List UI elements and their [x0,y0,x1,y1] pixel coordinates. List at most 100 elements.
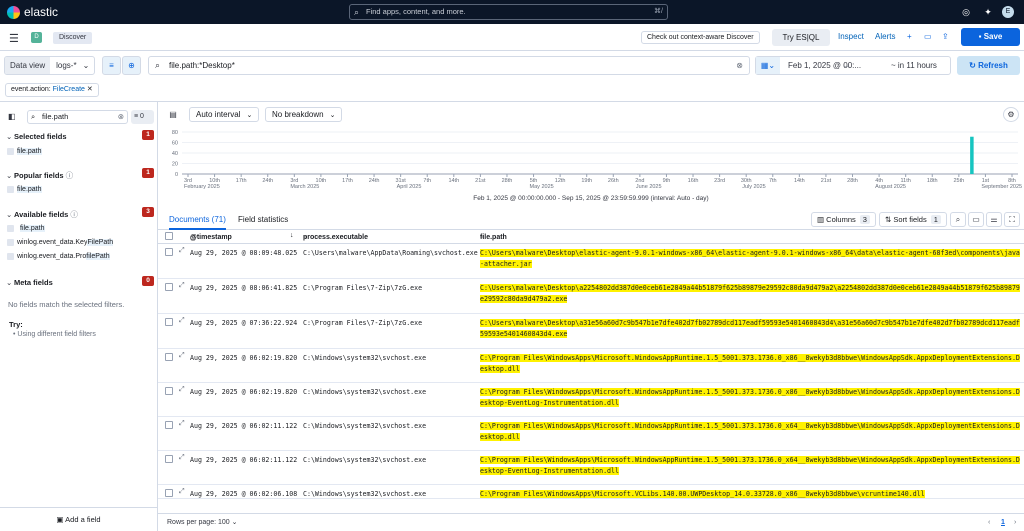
field-item[interactable]: winlog.event_data.KeyFilePath [7,239,114,246]
share-icon[interactable]: ⇪ [942,32,949,41]
table-row[interactable]: ⤢ Aug 29, 2025 @ 08:06:41.825 C:\Program F… [158,279,1024,314]
space-badge[interactable]: D [31,32,42,43]
date-end[interactable]: ~ in 11 hours [891,57,937,74]
try-esql-button[interactable]: Try ES|QL [772,29,830,46]
tab-field-statistics[interactable]: Field statistics [238,215,288,224]
clear-field-search-icon[interactable]: ⊗ [118,111,124,123]
chart-options-icon[interactable]: ⚙ [1003,107,1019,122]
new-icon[interactable]: + [907,32,912,41]
rows-per-page-select[interactable]: Rows per page: 100 ⌄ [167,514,237,531]
filter-menu-button[interactable]: ≡ [102,56,121,75]
add-filter-button[interactable]: ⊕ [122,56,141,75]
open-icon[interactable]: ▭ [924,32,932,41]
expand-row-icon[interactable]: ⤢ [179,317,185,325]
date-picker[interactable]: ▦⌄ Feb 1, 2025 @ 00:... → ~ in 11 hours [755,56,951,75]
elastic-logo[interactable]: elastic [7,5,58,19]
meta-fields-header[interactable]: ⌄ Meta fields [6,278,53,287]
x-month-label: February 2025 [184,184,220,190]
table-row[interactable]: ⤢ Aug 29, 2025 @ 06:02:11.122 C:\Windows\s… [158,451,1024,485]
expand-row-icon[interactable]: ⤢ [179,247,185,255]
field-type-icon [7,225,14,232]
toggle-chart-icon[interactable]: ▤ [165,108,181,123]
checkbox[interactable] [165,232,173,240]
info-icon: ⓘ [63,171,74,180]
news-feed-icon[interactable]: ✦ [981,5,995,19]
global-search-placeholder: Find apps, content, and more. [366,7,466,16]
tab-documents[interactable]: Documents (71) [169,215,226,230]
try-suggestion: • Using different field filters [13,331,96,338]
available-fields-header[interactable]: ⌄ Available fields ⓘ [6,209,78,220]
menu-toggle-icon[interactable]: ☰ [9,32,19,45]
search-grid-icon[interactable]: ⌕ [950,212,966,227]
row-checkbox[interactable] [165,489,173,497]
field-search-input[interactable]: ⌕ file.path ⊗ [27,110,128,124]
table-row[interactable]: ⤢ Aug 29, 2025 @ 07:36:22.924 C:\Program F… [158,314,1024,349]
query-input[interactable]: ⌕ file.path:*Desktop* ⊗ [148,56,750,75]
row-checkbox[interactable] [165,318,173,326]
x-month-label: May 2025 [530,184,554,190]
row-checkbox[interactable] [165,387,173,395]
density-icon[interactable]: ▭ [968,212,984,227]
interval-select[interactable]: Auto interval ⌄ [189,107,260,122]
global-search-input[interactable]: ⌕ Find apps, content, and more. ⌘/ [349,4,668,20]
page-number[interactable]: 1 [1001,514,1005,531]
refresh-button[interactable]: ↻ Refresh [957,56,1020,75]
alerts-link[interactable]: Alerts [875,32,895,41]
field-item[interactable]: file.path [7,186,42,193]
field-item[interactable]: file.path [7,225,45,232]
popular-fields-header[interactable]: ⌄ Popular fields ⓘ [6,170,73,181]
prev-page-icon[interactable]: ‹ [988,514,990,531]
sort-descending-icon[interactable]: ↓ [290,232,294,239]
table-row[interactable]: ⤢ Aug 29, 2025 @ 08:09:48.025 C:\Users\mal… [158,244,1024,279]
save-button[interactable]: ▪ Save [961,28,1020,46]
table-row[interactable]: ⤢ Aug 29, 2025 @ 06:02:11.122 C:\Windows\s… [158,417,1024,451]
expand-row-icon[interactable]: ⤢ [179,488,185,496]
row-checkbox[interactable] [165,421,173,429]
expand-row-icon[interactable]: ⤢ [179,420,185,428]
sort-fields-button[interactable]: ⇅ Sort fields 1 [879,212,947,227]
expand-row-icon[interactable]: ⤢ [179,282,185,290]
field-filter-button[interactable]: ≡ 0 [131,110,154,124]
x-tick-label: 7th [423,178,431,184]
row-checkbox[interactable] [165,248,173,256]
breakdown-select[interactable]: No breakdown ⌄ [265,107,343,122]
context-aware-discover-button[interactable]: Check out context-aware Discover [641,31,760,44]
table-row[interactable]: ⤢ Aug 29, 2025 @ 06:02:19.820 C:\Windows\s… [158,349,1024,383]
field-item[interactable]: file.path [7,148,42,155]
add-field-button[interactable]: ▣ Add a field [0,507,157,531]
field-item[interactable]: winlog.event_data.ProfilePath [7,253,110,260]
path-cell: C:\Program Files\WindowsApps\Microsoft.W… [480,353,1020,375]
close-icon[interactable]: ✕ [87,86,93,93]
avatar[interactable]: E [1002,6,1014,18]
breadcrumb[interactable]: Discover [53,32,93,44]
expand-row-icon[interactable]: ⤢ [179,386,185,394]
next-page-icon[interactable]: › [1014,514,1016,531]
clear-query-icon[interactable]: ⊗ [736,57,743,74]
settings-icon[interactable]: ⚌ [986,212,1002,227]
y-tick-label: 20 [172,162,178,168]
available-fields-title: Available fields [14,210,69,219]
calendar-icon[interactable]: ▦⌄ [756,57,780,74]
inspect-link[interactable]: Inspect [838,32,864,41]
data-view-picker[interactable]: Data view logs-* ⌄ [4,56,96,75]
data-view-value: logs-* [56,61,77,70]
histogram-svg[interactable]: 8060402003rdFebruary 202510th 17th 24th 3rd… [158,128,1024,208]
table-row[interactable]: ⤢ Aug 29, 2025 @ 06:02:19.820 C:\Windows\s… [158,383,1024,417]
filter-pill[interactable]: event.action: FileCreate ✕ [5,83,99,97]
columns-button[interactable]: ▥ Columns 3 [811,212,876,227]
x-tick-label: 19th [581,178,592,184]
select-all-checkbox[interactable] [165,232,173,242]
x-tick-label: 28th [502,178,513,184]
collapse-sidebar-icon[interactable]: ◧ [8,112,16,121]
table-row[interactable]: ⤢ Aug 29, 2025 @ 06:02:06.108 C:\Windows\s… [158,485,1024,499]
row-checkbox[interactable] [165,353,173,361]
x-month-label: September 2025 [981,184,1022,190]
fullscreen-icon[interactable]: ⛶ [1004,212,1020,227]
row-checkbox[interactable] [165,283,173,291]
selected-fields-header[interactable]: ⌄ Selected fields [6,132,67,141]
help-icon[interactable]: ◎ [959,5,973,19]
row-checkbox[interactable] [165,455,173,463]
field-type-icon [7,253,14,260]
expand-row-icon[interactable]: ⤢ [179,454,185,462]
expand-row-icon[interactable]: ⤢ [179,352,185,360]
